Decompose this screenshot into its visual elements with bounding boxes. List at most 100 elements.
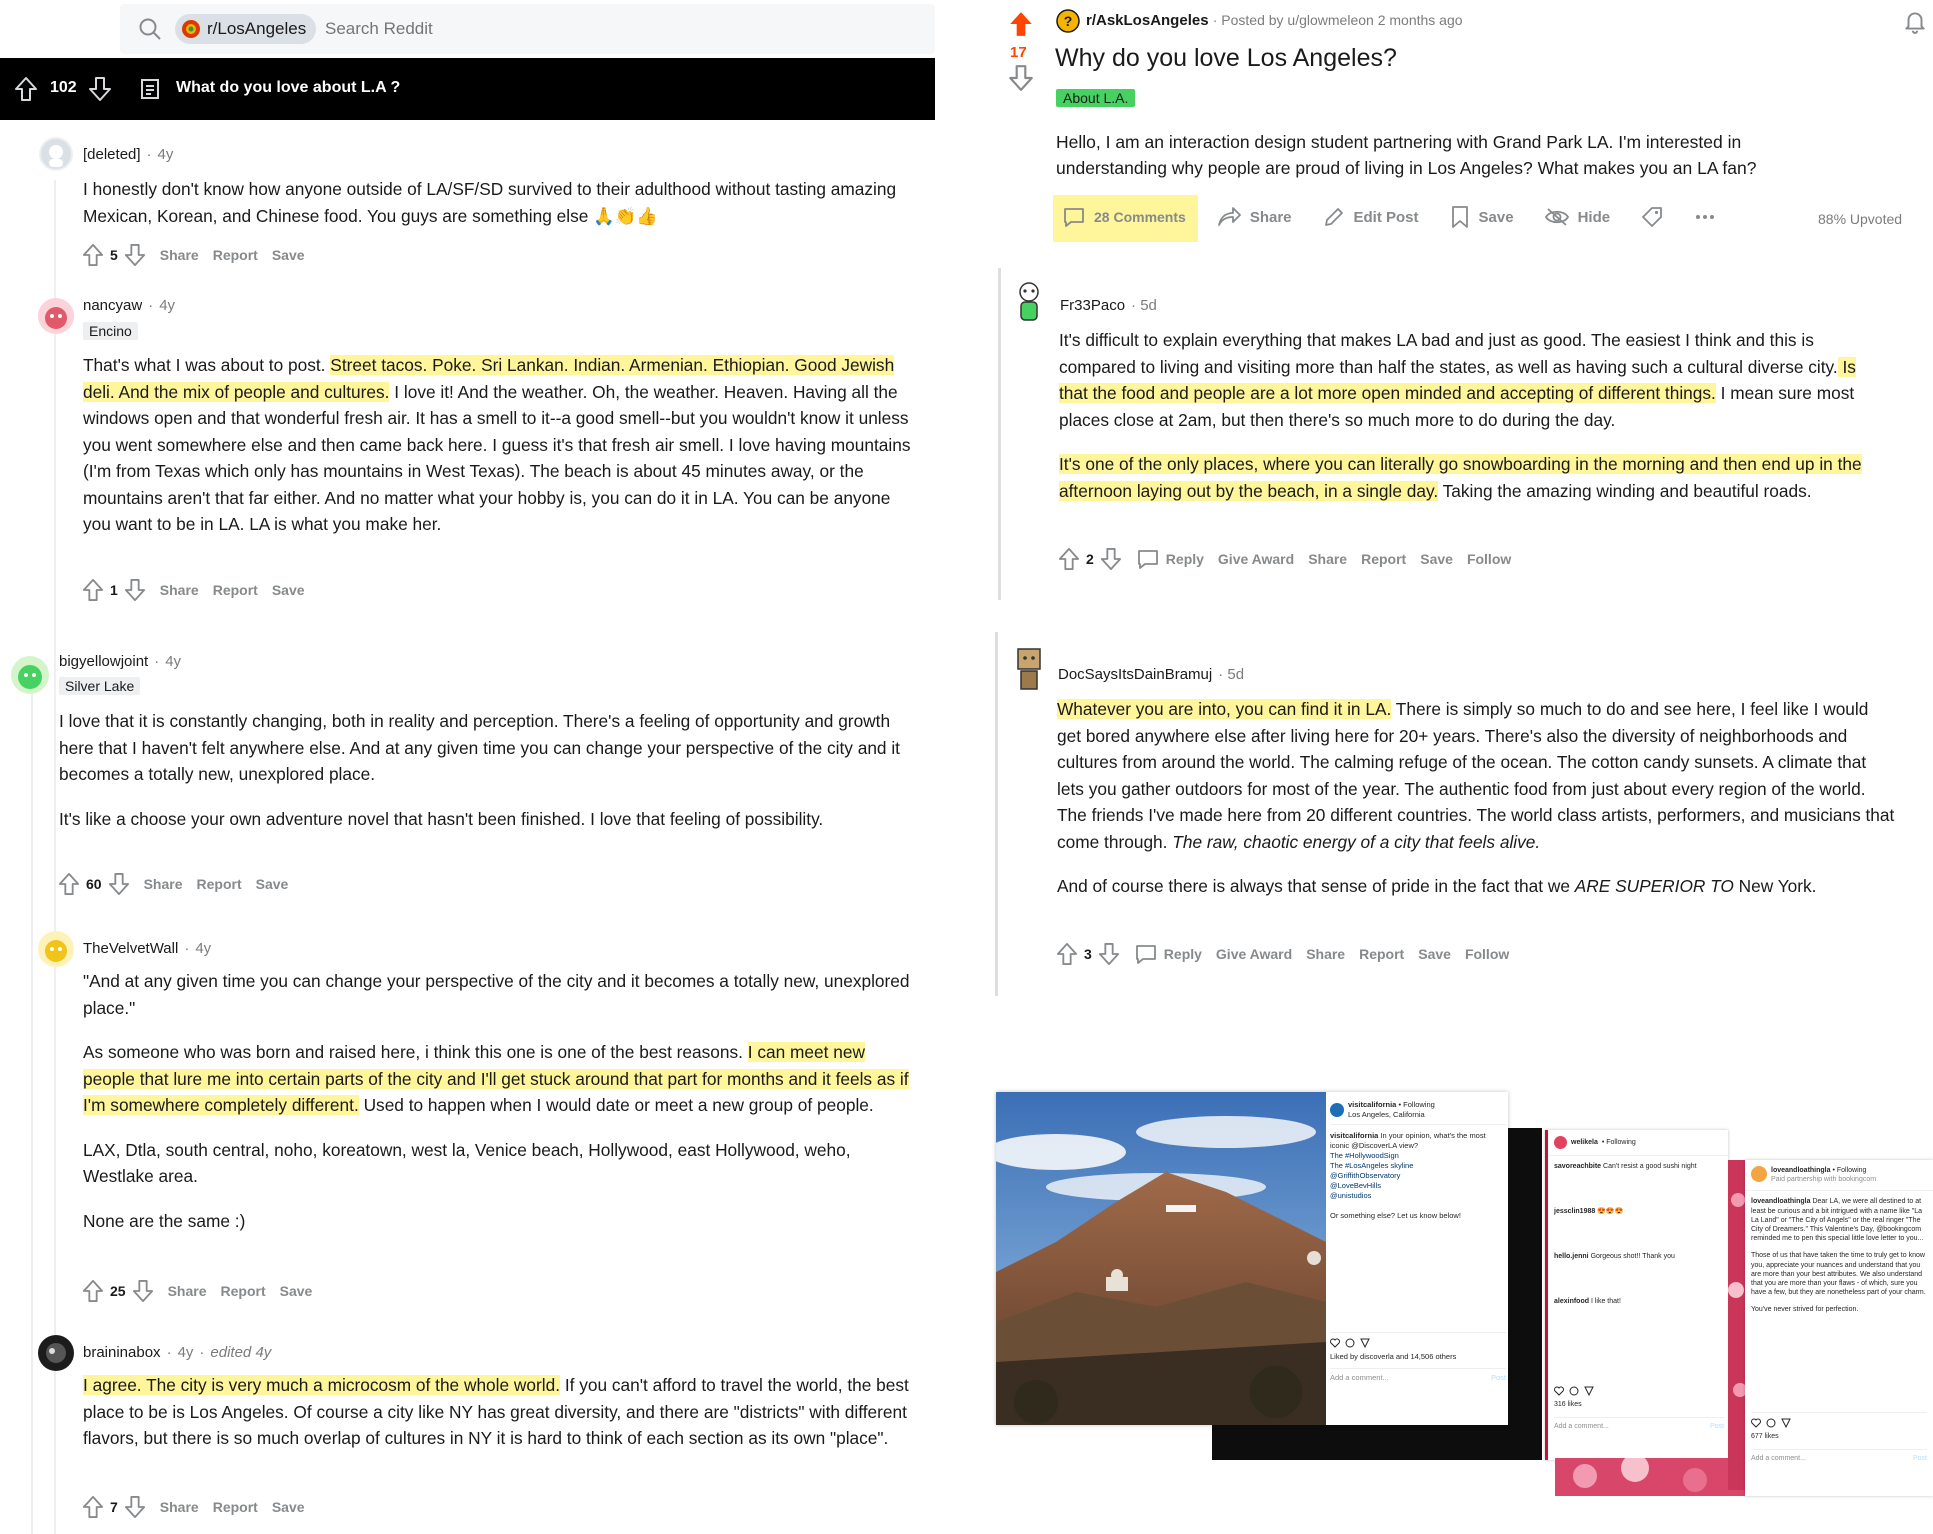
avatar[interactable] — [38, 931, 74, 967]
report-button[interactable]: Report — [213, 1499, 258, 1515]
send-icon[interactable] — [1360, 1338, 1370, 1348]
comment-author[interactable]: nancyaw — [83, 297, 142, 314]
upvote-icon-active[interactable] — [1007, 10, 1035, 38]
heart-icon[interactable] — [1751, 1418, 1761, 1428]
upvote-icon[interactable] — [1056, 942, 1078, 966]
downvote-icon[interactable] — [1007, 64, 1035, 92]
save-button[interactable]: Save — [280, 1283, 313, 1299]
search-input[interactable] — [325, 16, 885, 42]
downvote-icon[interactable] — [88, 76, 112, 102]
comment-age[interactable]: 4y — [195, 940, 211, 957]
share-button[interactable]: Share — [160, 1499, 199, 1515]
hide-post-button[interactable]: Hide — [1544, 205, 1610, 229]
downvote-icon[interactable] — [108, 872, 130, 896]
report-button[interactable]: Report — [221, 1283, 266, 1299]
comment-author[interactable]: bigyellowjoint — [59, 653, 148, 670]
post-title[interactable]: Why do you love Los Angeles? — [1055, 44, 1397, 73]
post-bar-title[interactable]: What do you love about L.A ? — [176, 79, 400, 97]
follow-button[interactable]: Follow — [1465, 946, 1509, 962]
post-subreddit[interactable]: r/AskLosAngeles — [1086, 12, 1209, 29]
comment-age[interactable]: 4y — [159, 297, 175, 314]
bell-icon[interactable] — [1902, 8, 1928, 34]
instagram-avatar[interactable] — [1330, 1103, 1344, 1117]
report-button[interactable]: Report — [213, 582, 258, 598]
save-button[interactable]: Save — [272, 1499, 305, 1515]
report-button[interactable]: Report — [1361, 551, 1406, 567]
instagram-post-welikela[interactable]: welikela • Following savoreachbite Can't … — [1545, 1130, 1728, 1460]
share-button[interactable]: Share — [1308, 551, 1347, 567]
hollywood-hills-photo[interactable] — [996, 1092, 1326, 1425]
report-button[interactable]: Report — [213, 247, 258, 263]
comment-author[interactable]: DocSaysItsDainBramuj — [1058, 666, 1212, 683]
comment-author[interactable]: TheVelvetWall — [83, 940, 178, 957]
upvote-icon[interactable] — [58, 872, 80, 896]
edit-post-button[interactable]: Edit Post — [1322, 205, 1419, 229]
instagram-avatar[interactable] — [1751, 1166, 1767, 1182]
comment-author[interactable]: braininabox — [83, 1344, 161, 1361]
share-button[interactable]: Share — [160, 582, 199, 598]
comment-age[interactable]: · 5d — [1218, 666, 1244, 683]
upvote-icon[interactable] — [82, 243, 104, 267]
downvote-icon[interactable] — [132, 1279, 154, 1303]
post-flair[interactable]: About L.A. — [1056, 89, 1136, 107]
upvote-icon[interactable] — [14, 76, 38, 102]
comment-author[interactable]: Fr33Paco — [1060, 297, 1125, 314]
share-button[interactable]: Share — [1216, 205, 1292, 229]
save-button[interactable]: Save — [1420, 551, 1453, 567]
search-bar[interactable]: r/LosAngeles — [120, 4, 935, 54]
share-button[interactable]: Share — [144, 876, 183, 892]
tag-button[interactable] — [1640, 205, 1664, 229]
save-button[interactable]: Save — [272, 582, 305, 598]
thread-line[interactable] — [995, 632, 998, 996]
subreddit-icon[interactable]: ? — [1056, 9, 1080, 33]
send-icon[interactable] — [1781, 1418, 1791, 1428]
report-button[interactable]: Report — [1359, 946, 1404, 962]
comment-age[interactable]: 4y — [165, 653, 181, 670]
comment-age[interactable]: · 5d — [1131, 297, 1157, 314]
save-button[interactable]: Save — [256, 876, 289, 892]
avatar[interactable] — [38, 1335, 74, 1371]
comments-button[interactable]: 28 Comments — [1062, 205, 1186, 229]
report-button[interactable]: Report — [197, 876, 242, 892]
downvote-icon[interactable] — [1098, 942, 1120, 966]
save-button[interactable]: Save — [272, 247, 305, 263]
more-options-button[interactable] — [1694, 205, 1716, 229]
share-button[interactable]: Share — [168, 1283, 207, 1299]
comment-icon[interactable] — [1569, 1386, 1579, 1396]
reply-button[interactable]: Reply — [1134, 942, 1202, 966]
upvote-icon[interactable] — [82, 1495, 104, 1519]
reply-button[interactable]: Reply — [1136, 547, 1204, 571]
comment-age[interactable]: 4y — [178, 1344, 194, 1361]
avatar[interactable] — [1010, 645, 1048, 693]
instagram-post-visitcalifornia[interactable]: visitcalifornia • Following Los Angeles, … — [996, 1092, 1508, 1425]
avatar[interactable] — [38, 298, 74, 334]
downvote-icon[interactable] — [124, 1495, 146, 1519]
downvote-icon[interactable] — [1100, 547, 1122, 571]
upvote-icon[interactable] — [82, 578, 104, 602]
save-post-button[interactable]: Save — [1449, 205, 1514, 229]
instagram-avatar[interactable] — [1554, 1136, 1567, 1149]
avatar[interactable] — [39, 137, 73, 171]
heart-icon[interactable] — [1330, 1338, 1340, 1348]
thread-line[interactable] — [54, 180, 56, 1534]
upvote-icon[interactable] — [82, 1279, 104, 1303]
downvote-icon[interactable] — [124, 243, 146, 267]
share-button[interactable]: Share — [160, 247, 199, 263]
avatar[interactable] — [1010, 278, 1048, 324]
comment-icon[interactable] — [1345, 1338, 1355, 1348]
upvote-icon[interactable] — [1058, 547, 1080, 571]
share-button[interactable]: Share — [1306, 946, 1345, 962]
comment-author[interactable]: [deleted] — [83, 146, 141, 163]
thread-line[interactable] — [998, 268, 1001, 600]
post-author-time[interactable]: · Posted by u/glowmeleon 2 months ago — [1213, 12, 1463, 28]
give-award-button[interactable]: Give Award — [1218, 551, 1294, 567]
downvote-icon[interactable] — [124, 578, 146, 602]
avatar[interactable] — [11, 656, 49, 694]
give-award-button[interactable]: Give Award — [1216, 946, 1292, 962]
send-icon[interactable] — [1584, 1386, 1594, 1396]
thread-line[interactable] — [31, 690, 33, 1534]
instagram-post-loveandloathingla[interactable]: loveandloathingla • Following Paid partne… — [1745, 1160, 1933, 1496]
follow-button[interactable]: Follow — [1467, 551, 1511, 567]
subreddit-chip[interactable]: r/LosAngeles — [175, 14, 317, 44]
save-button[interactable]: Save — [1418, 946, 1451, 962]
